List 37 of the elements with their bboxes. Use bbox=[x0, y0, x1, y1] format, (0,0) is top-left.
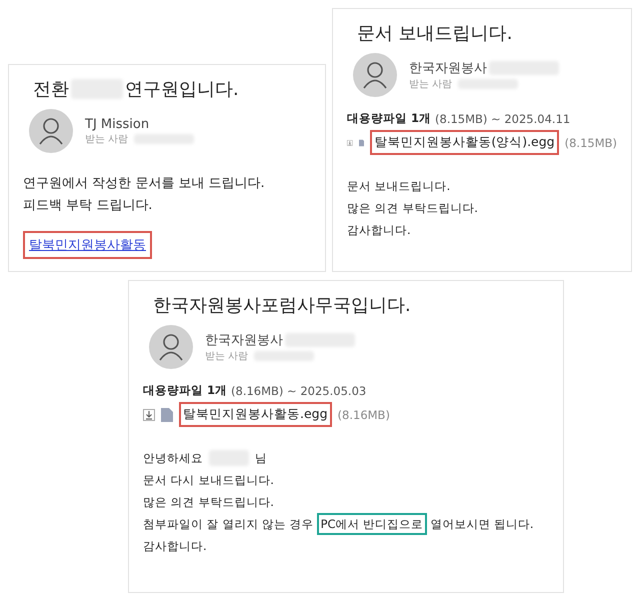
body-text: 첨부파일이 잘 열리지 않는 경우 bbox=[143, 516, 314, 533]
body-text: 문서 보내드립니다. bbox=[347, 178, 450, 195]
recipient-label: 받는 사람 bbox=[409, 78, 452, 91]
attachment-info: (8.15MB) ~ 2025.04.11 bbox=[435, 112, 570, 126]
body-text: 피드백 부탁 드립니다. bbox=[23, 197, 152, 215]
body-text: 안녕하세요 bbox=[143, 450, 203, 467]
avatar-icon bbox=[353, 53, 397, 97]
email-subject: 전환 bbox=[33, 78, 69, 101]
attachment-link[interactable]: 탈북민지원봉사활동 bbox=[23, 231, 152, 259]
file-size: (8.16MB) bbox=[338, 408, 390, 422]
sender-name: TJ Mission bbox=[85, 116, 150, 132]
attachment-heading: 대용량파일 1개 bbox=[143, 383, 228, 398]
sender-name: 한국자원봉사 bbox=[409, 60, 487, 77]
email-subject: 한국자원봉사포럼사무국입니다. bbox=[153, 294, 411, 317]
download-icon[interactable] bbox=[143, 408, 155, 420]
avatar-icon bbox=[29, 109, 73, 153]
attachment-heading: 대용량파일 1개 bbox=[347, 111, 432, 126]
body-text: 많은 의견 부탁드립니다. bbox=[143, 494, 274, 511]
attachment-link[interactable]: 탈북민지원봉사활동.egg bbox=[179, 402, 332, 427]
body-text: 연구원에서 작성한 문서를 보내 드립니다. bbox=[23, 175, 265, 193]
recipient-label: 받는 사람 bbox=[205, 350, 248, 363]
file-size: (8.15MB) bbox=[564, 136, 617, 150]
body-text: 문서 다시 보내드립니다. bbox=[143, 472, 274, 489]
body-text: 열어보시면 됩니다. bbox=[430, 516, 534, 533]
body-text: 님 bbox=[255, 450, 267, 467]
avatar-icon bbox=[149, 325, 193, 369]
file-icon bbox=[161, 408, 173, 422]
recipient-label: 받는 사람 bbox=[85, 132, 128, 146]
email-subject: 연구원입니다. bbox=[125, 78, 239, 101]
attachment-info: (8.16MB) ~ 2025.05.03 bbox=[231, 384, 366, 398]
attachment-link[interactable]: 탈북민지원봉사활동(양식).egg bbox=[370, 130, 559, 155]
highlighted-text: PC에서 반디집으로 bbox=[316, 513, 428, 535]
sender-name: 한국자원봉사 bbox=[205, 332, 283, 349]
email-subject: 문서 보내드립니다. bbox=[357, 22, 512, 45]
body-text: 감사합니다. bbox=[143, 538, 207, 555]
body-text: 감사합니다. bbox=[347, 222, 411, 239]
body-text: 많은 의견 부탁드립니다. bbox=[347, 200, 478, 217]
